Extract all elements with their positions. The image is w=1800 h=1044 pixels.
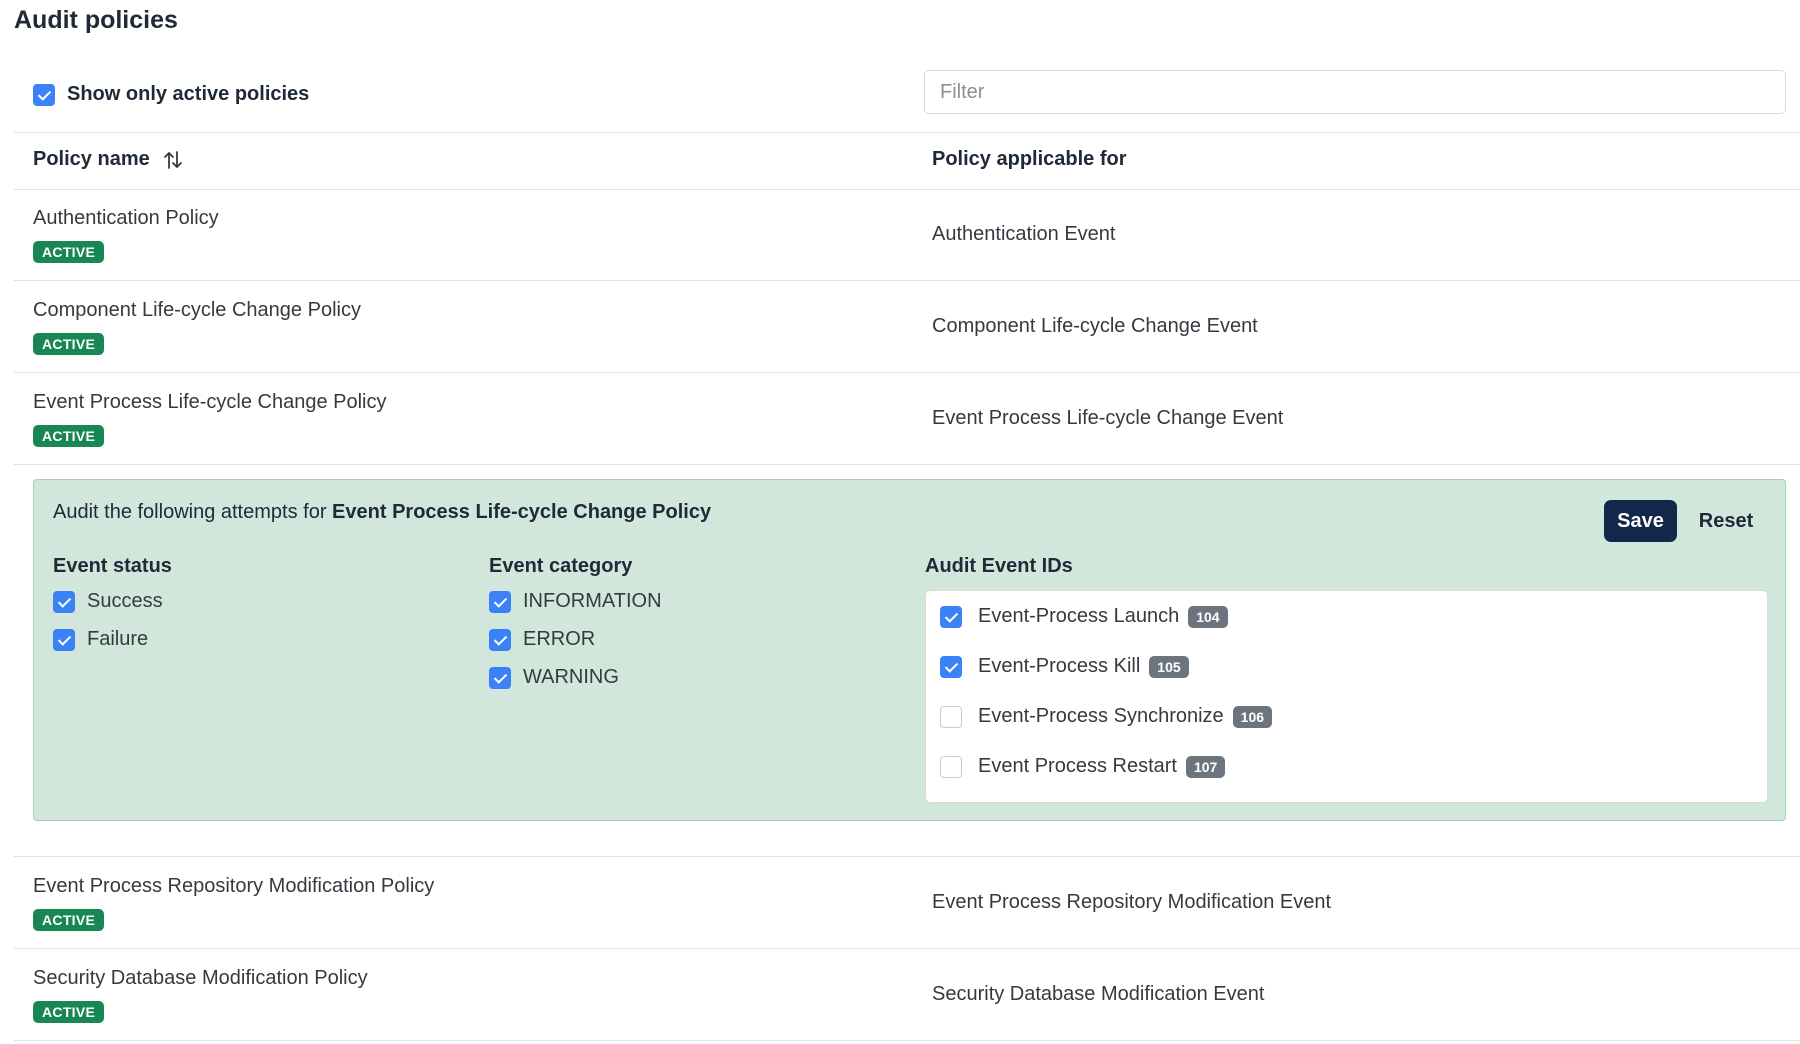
audit-event-id-label: Event Process Restart	[978, 755, 1177, 777]
event-status-option-success[interactable]: Success	[53, 590, 163, 613]
save-button[interactable]: Save	[1604, 500, 1677, 542]
audit-event-id-checkbox[interactable]	[940, 605, 962, 628]
audit-event-id-checkbox[interactable]	[940, 705, 962, 728]
panel-title-prefix: Audit the following attempts for	[53, 501, 333, 523]
event-category-label: ERROR	[523, 628, 596, 650]
audit-event-id-item[interactable]: Event-Process Launch 104	[940, 605, 1228, 628]
audit-event-ids-heading: Audit Event IDs	[925, 555, 1073, 577]
event-category-heading: Event category	[489, 555, 633, 577]
status-badge: ACTIVE	[33, 241, 105, 263]
policy-name: Authentication Policy	[33, 207, 219, 229]
event-category-label: INFORMATION	[523, 590, 662, 612]
show-active-label: Show only active policies	[67, 83, 310, 105]
policy-applicable-for: Event Process Repository Modification Ev…	[932, 891, 1332, 913]
filter-input[interactable]	[924, 70, 1786, 114]
event-status-checkbox[interactable]	[53, 590, 75, 613]
show-active-toggle[interactable]: Show only active policies	[33, 83, 309, 106]
audit-event-id-item[interactable]: Event-Process Kill 105	[940, 655, 1189, 678]
event-status-option-failure[interactable]: Failure	[53, 628, 148, 651]
event-category-checkbox[interactable]	[489, 590, 511, 613]
event-category-checkbox[interactable]	[489, 628, 511, 651]
table-row[interactable]: Event Process Life-cycle Change Policy A…	[14, 373, 1800, 465]
column-header-policy-name[interactable]: Policy name	[33, 148, 184, 171]
table-header: Policy name Policy applicable for	[14, 132, 1800, 190]
reset-button[interactable]: Reset	[1688, 500, 1764, 542]
event-category-checkbox[interactable]	[489, 666, 511, 689]
column-header-applicable-for: Policy applicable for	[932, 148, 1127, 170]
column-header-policy-name-label: Policy name	[33, 148, 150, 170]
status-badge: ACTIVE	[33, 909, 105, 931]
audit-event-id-badge: 105	[1149, 655, 1189, 678]
policy-name: Security Database Modification Policy	[33, 967, 368, 989]
audit-event-id-badge: 104	[1188, 605, 1228, 628]
policy-applicable-for: Event Process Life-cycle Change Event	[932, 407, 1284, 429]
sort-arrows-icon[interactable]	[162, 149, 184, 171]
audit-event-id-label: Event-Process Kill	[978, 655, 1141, 677]
audit-event-id-label: Event-Process Launch	[978, 605, 1180, 627]
table-row[interactable]: Security Database Modification Policy AC…	[14, 949, 1800, 1041]
table-row[interactable]: Authentication Policy ACTIVE Authenticat…	[14, 189, 1800, 281]
policy-applicable-for: Authentication Event	[932, 223, 1116, 245]
audit-event-id-label: Event-Process Synchronize	[978, 705, 1224, 727]
panel-title-policy: Event Process Life-cycle Change Policy	[332, 501, 712, 523]
event-status-checkbox[interactable]	[53, 628, 75, 651]
page-title: Audit policies	[14, 6, 178, 34]
policy-applicable-for: Security Database Modification Event	[932, 983, 1265, 1005]
status-badge: ACTIVE	[33, 333, 105, 355]
audit-event-id-item[interactable]: Event Process Restart 107	[940, 755, 1226, 778]
audit-event-id-checkbox[interactable]	[940, 655, 962, 678]
event-category-option-information[interactable]: INFORMATION	[489, 590, 662, 613]
policy-name: Event Process Life-cycle Change Policy	[33, 391, 387, 413]
audit-event-id-checkbox[interactable]	[940, 755, 962, 778]
event-status-heading: Event status	[53, 555, 172, 577]
panel-title: Audit the following attempts for Event P…	[53, 501, 711, 524]
status-badge: ACTIVE	[33, 425, 105, 447]
table-row[interactable]: Component Life-cycle Change Policy ACTIV…	[14, 281, 1800, 373]
audit-event-id-badge: 107	[1185, 755, 1226, 778]
toolbar: Show only active policies	[14, 70, 1800, 133]
table-row[interactable]: Event Process Repository Modification Po…	[14, 857, 1800, 949]
policy-name: Event Process Repository Modification Po…	[33, 875, 435, 897]
audit-event-ids-list: Event-Process Launch 104 Event-Process K…	[925, 590, 1768, 803]
status-badge: ACTIVE	[33, 1001, 105, 1023]
policy-detail-panel: Audit the following attempts for Event P…	[33, 479, 1786, 821]
policy-applicable-for: Component Life-cycle Change Event	[932, 315, 1258, 337]
event-category-option-warning[interactable]: WARNING	[489, 666, 619, 689]
event-category-label: WARNING	[523, 666, 619, 688]
event-category-option-error[interactable]: ERROR	[489, 628, 595, 651]
show-active-checkbox[interactable]	[33, 83, 55, 106]
event-status-label: Failure	[87, 628, 149, 650]
event-status-label: Success	[87, 590, 163, 612]
policy-name: Component Life-cycle Change Policy	[33, 299, 361, 321]
audit-event-id-item[interactable]: Event-Process Synchronize 106	[940, 705, 1273, 728]
audit-event-id-badge: 106	[1232, 705, 1273, 728]
